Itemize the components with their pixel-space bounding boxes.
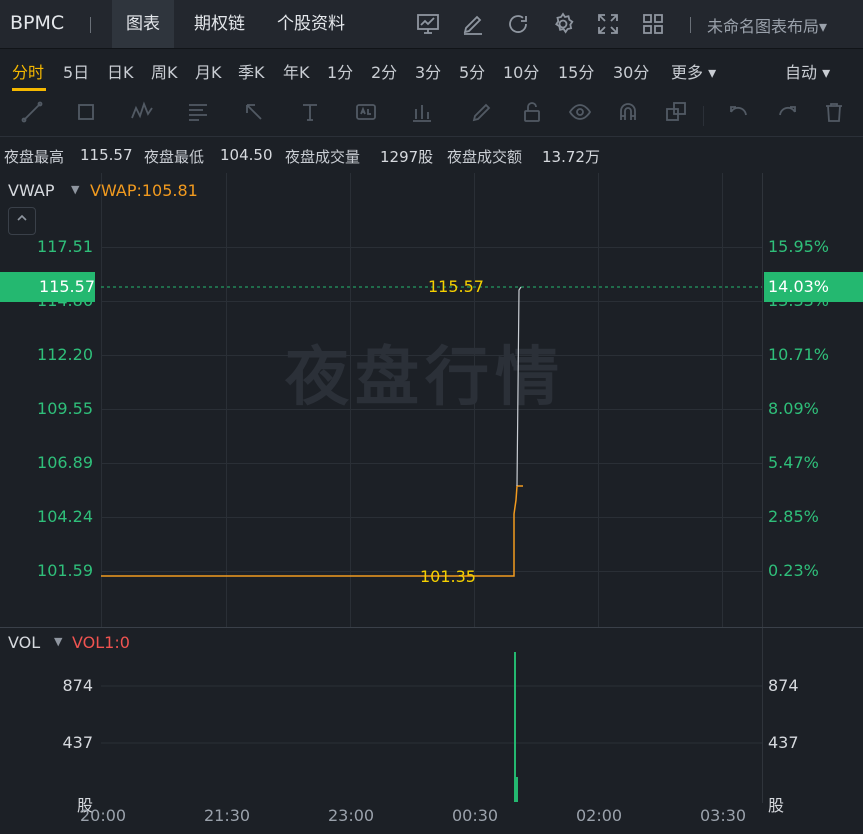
current-percent-tag: 14.03% bbox=[764, 272, 863, 302]
volume-bar bbox=[514, 652, 516, 802]
time-axis-label: 03:30 bbox=[700, 806, 747, 825]
volume-axis-label: 437 bbox=[768, 733, 799, 752]
volume-axis-label: 874 bbox=[62, 676, 93, 695]
volume-axis-label: 874 bbox=[768, 676, 799, 695]
panel-divider[interactable] bbox=[0, 627, 863, 628]
volume-indicator-value: VOL1:0 bbox=[72, 633, 130, 652]
time-axis-label: 21:30 bbox=[204, 806, 251, 825]
volume-indicator-name[interactable]: VOL bbox=[8, 633, 40, 652]
high-price-marker: 115.57 bbox=[428, 277, 484, 296]
current-price-tag: 115.57 bbox=[0, 272, 95, 302]
price-line bbox=[101, 485, 523, 577]
volume-unit-label: 股 bbox=[768, 796, 785, 815]
time-axis-label: 23:00 bbox=[328, 806, 375, 825]
time-axis-label: 02:00 bbox=[576, 806, 623, 825]
volume-bar bbox=[516, 777, 518, 802]
time-axis-label: 20:00 bbox=[80, 806, 127, 825]
low-price-marker: 101.35 bbox=[420, 567, 476, 586]
time-axis-label: 00:30 bbox=[452, 806, 499, 825]
price-chart-svg bbox=[101, 286, 762, 802]
chevron-down-icon[interactable]: ▼ bbox=[54, 635, 62, 648]
price-spike bbox=[516, 286, 522, 487]
volume-axis-label: 437 bbox=[62, 733, 93, 752]
